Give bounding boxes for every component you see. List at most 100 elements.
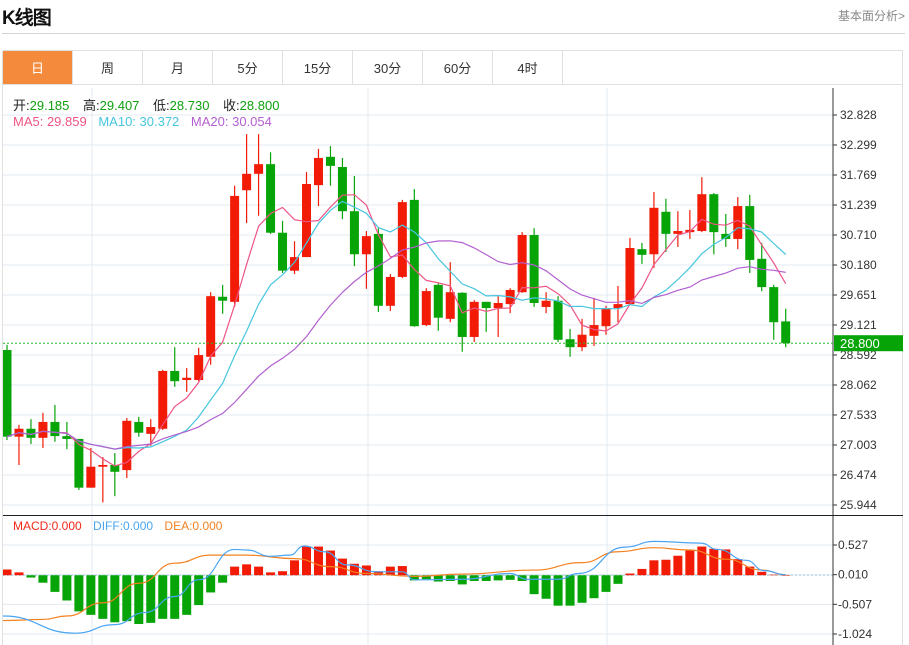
macd-bar [685, 550, 695, 576]
candle-body [170, 370, 180, 382]
candle-down [769, 284, 779, 340]
current-price-label: 28.800 [840, 336, 880, 351]
candle-body [98, 465, 108, 467]
candle-up [206, 292, 216, 365]
macd-bar [266, 572, 276, 576]
candle-up [146, 419, 156, 446]
candle-down [481, 301, 491, 332]
candle-body [278, 232, 288, 271]
ma10-value: MA10: 30.372 [98, 114, 180, 129]
candle-up [98, 457, 108, 503]
ma-legend: MA5: 29.859 MA10: 30.372 MA20: 30.054 [13, 114, 280, 129]
axes: 32.828 32.299 31.769 31.239 30.710 30.180 29.6… [3, 88, 903, 645]
candle-up [313, 148, 323, 207]
price-tick-label: 30.180 [840, 258, 877, 272]
candle-body [313, 157, 323, 186]
candle-body [290, 257, 300, 271]
candle-body [254, 164, 264, 174]
candle-up [397, 199, 407, 279]
candle-body [601, 308, 611, 327]
macd-bar [385, 566, 395, 576]
macd-bar [254, 566, 264, 576]
macd-bar [673, 555, 683, 576]
macd-bar [206, 575, 216, 593]
macd-bar [433, 575, 443, 582]
candle-body [433, 284, 443, 318]
macd-bar [493, 575, 503, 581]
macd-bar [26, 575, 36, 578]
macd-bar [649, 560, 659, 576]
macd-bar [122, 575, 132, 622]
candle-up [302, 172, 311, 258]
macd-bar [769, 574, 779, 576]
price-tick-label: 31.769 [840, 168, 877, 182]
candle-body [769, 287, 779, 323]
price-tick-label: 30.710 [840, 228, 877, 242]
candle-body [38, 421, 48, 438]
candle-body [325, 156, 335, 166]
macd-bar [242, 564, 252, 576]
candle-down [325, 146, 335, 186]
candle-down [50, 404, 60, 442]
candle-body [218, 296, 228, 301]
candle-up [230, 185, 240, 307]
candle-body [337, 167, 347, 212]
macd-bar [146, 575, 156, 623]
macd-bar [613, 575, 623, 584]
grid [3, 88, 833, 645]
diff-value: DIFF:0.000 [93, 519, 154, 533]
macd-bar [278, 571, 288, 576]
macd-bar [529, 575, 539, 595]
candle-body [577, 334, 587, 348]
macd-bar [505, 575, 515, 580]
candle-up [385, 274, 395, 311]
candle-body [302, 184, 311, 258]
candle-body [361, 236, 371, 255]
candle-down [170, 347, 180, 387]
candle-down [637, 242, 647, 264]
candle-body [637, 249, 647, 255]
macd-bar [325, 550, 335, 576]
candle-down [565, 329, 575, 357]
macd-panel [2, 540, 833, 634]
candle-down [661, 198, 671, 252]
candle-up [469, 300, 479, 343]
candle-body [182, 377, 192, 381]
price-tick-label: 29.121 [840, 318, 877, 332]
candle-up [182, 368, 192, 392]
candle-body [757, 258, 767, 288]
macd-bar [62, 575, 72, 601]
high-value: 29.407 [99, 98, 140, 113]
candle-down [721, 214, 731, 247]
candle-down [745, 194, 755, 273]
ohlc-legend: 开:29.185 高:29.407 低:28.730 收:28.800 [13, 95, 289, 114]
macd-bar [86, 575, 96, 615]
price-tick-label: 27.533 [840, 408, 877, 422]
macd-bar [230, 566, 240, 576]
macd-legend: MACD:0.000 DIFF:0.000 DEA:0.000 [13, 519, 230, 533]
candle-down [529, 228, 539, 307]
candle-up [242, 134, 252, 224]
candle-down [781, 308, 791, 348]
macd-bar [709, 548, 719, 576]
macd-bar [182, 575, 192, 615]
macd-tick-label: 0.010 [838, 568, 868, 582]
candle-up [38, 412, 48, 449]
candle-body [230, 195, 240, 302]
close-label: 收: [223, 98, 240, 113]
candle-down [218, 284, 228, 314]
candle-body [445, 292, 455, 319]
ma5-value: MA5: 29.859 [13, 114, 87, 129]
candle-up [625, 237, 635, 306]
macd-bar [577, 575, 587, 603]
candle-body [266, 164, 276, 233]
candle-up [589, 297, 599, 347]
candle-down [349, 176, 359, 267]
candle-body [493, 302, 503, 309]
candle-body [673, 231, 683, 234]
open-value: 29.185 [29, 98, 70, 113]
candle-down [134, 416, 144, 437]
candle-body [625, 248, 635, 305]
candle-body [206, 296, 216, 357]
candle-body [86, 466, 96, 488]
